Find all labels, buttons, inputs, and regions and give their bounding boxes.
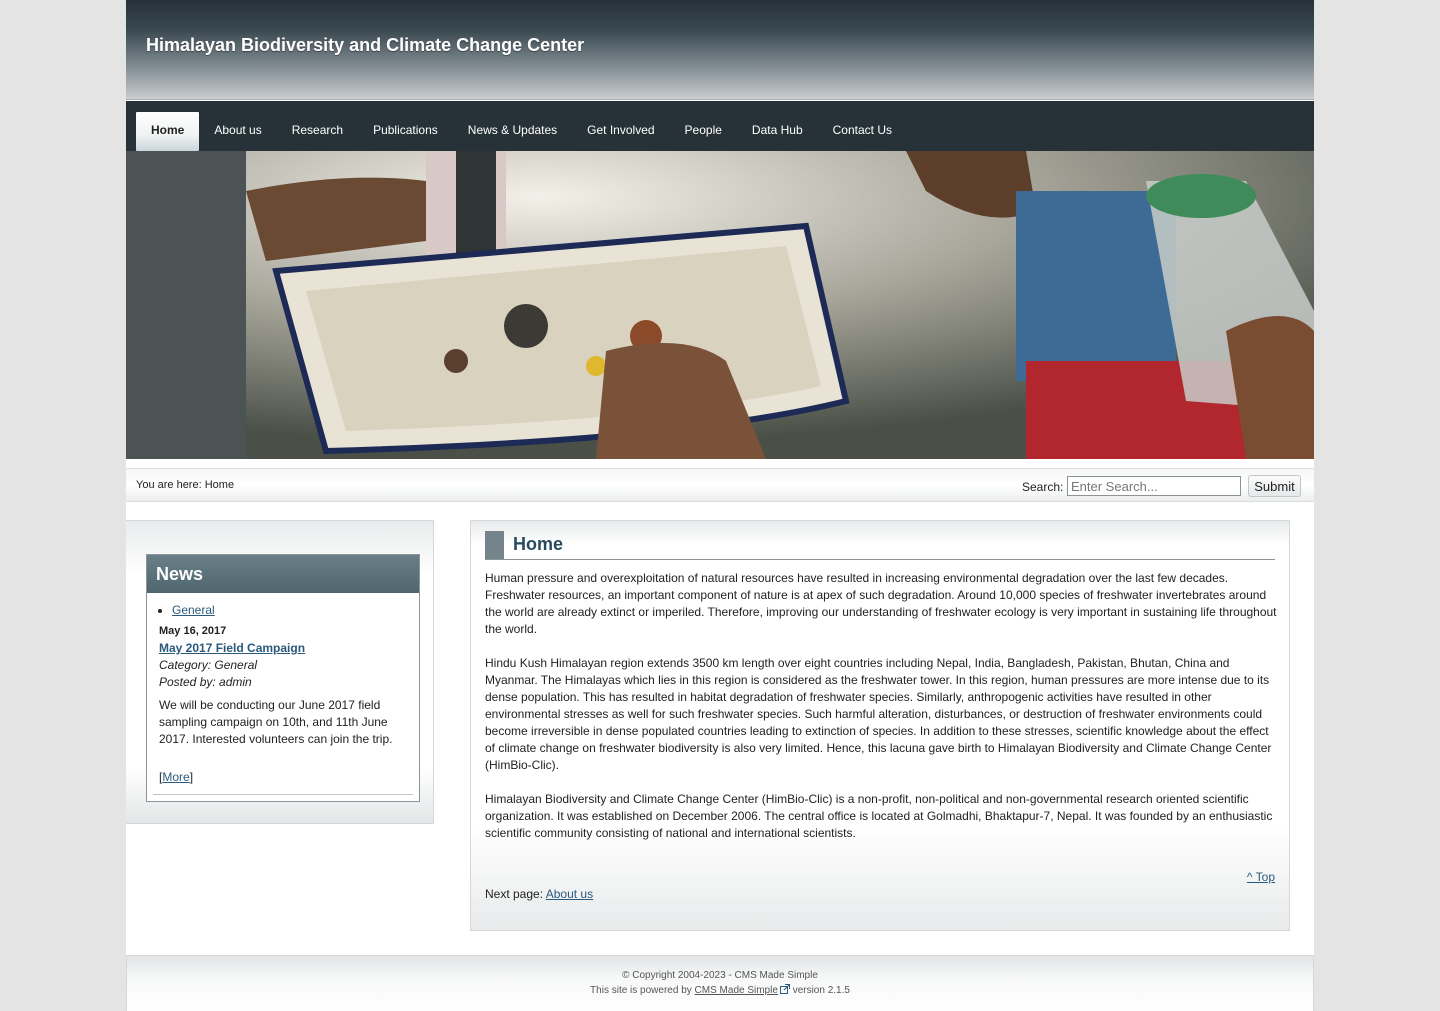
- news-summary: We will be conducting our June 2017 fiel…: [159, 698, 393, 746]
- search-label: Search:: [1022, 480, 1064, 494]
- content-paragraph: Himalayan Biodiversity and Climate Chang…: [485, 792, 1273, 840]
- next-page: Next page: About us: [485, 887, 593, 901]
- site-header: Himalayan Biodiversity and Climate Chang…: [126, 0, 1314, 100]
- news-date: May 16, 2017: [159, 625, 227, 637]
- nav-item-news-updates[interactable]: News & Updates: [453, 112, 572, 151]
- sidebar: News General May 16, 2017 May 2017 Field…: [126, 520, 434, 824]
- content-paragraph: Human pressure and overexploitation of n…: [485, 571, 1277, 636]
- nav-item-about-us[interactable]: About us: [199, 112, 276, 151]
- news-divider: [153, 794, 413, 795]
- next-page-link[interactable]: About us: [546, 887, 593, 901]
- banner-image: [126, 151, 1314, 459]
- content-paragraph: Hindu Kush Himalayan region extends 3500…: [485, 656, 1272, 772]
- nav-item-home[interactable]: Home: [136, 112, 200, 151]
- external-link-icon: [779, 984, 790, 994]
- page-wrapper: Himalayan Biodiversity and Climate Chang…: [126, 0, 1314, 1011]
- back-to-top-link[interactable]: ^ Top: [1247, 870, 1275, 884]
- title-marker: [485, 531, 504, 559]
- cms-link[interactable]: CMS Made Simple: [695, 985, 778, 996]
- news-panel: News General May 16, 2017 May 2017 Field…: [146, 554, 420, 802]
- nav-item-research[interactable]: Research: [277, 112, 358, 151]
- site-footer: © Copyright 2004-2023 - CMS Made Simple …: [126, 955, 1314, 1011]
- news-more: [More]: [159, 770, 407, 784]
- search-input[interactable]: [1067, 476, 1241, 496]
- nav-item-publications[interactable]: Publications: [358, 112, 453, 151]
- news-heading: News: [147, 555, 419, 593]
- footer-copyright: © Copyright 2004-2023 - CMS Made Simple: [622, 970, 818, 981]
- breadcrumb-search-bar: You are here: Home Search: Submit: [126, 468, 1314, 502]
- main-title-bar: Home: [485, 531, 1275, 560]
- news-posted-by: Posted by: admin: [159, 675, 252, 689]
- site-title[interactable]: Himalayan Biodiversity and Climate Chang…: [146, 35, 584, 56]
- field-sampling-photo-icon: [126, 151, 1314, 459]
- news-category: Category: General: [159, 658, 258, 672]
- news-more-close: ]: [189, 770, 194, 784]
- main-navigation: Home About us Research Publications News…: [126, 101, 1314, 151]
- footer-powered-by: This site is powered by CMS Made Simple …: [127, 984, 1313, 996]
- news-category-item: General: [172, 603, 407, 617]
- page-title: Home: [513, 534, 564, 554]
- main-text: Human pressure and overexploitation of n…: [485, 570, 1277, 859]
- nav-item-data-hub[interactable]: Data Hub: [737, 112, 818, 151]
- main-content: Home Human pressure and overexploitation…: [470, 520, 1290, 931]
- nav-item-contact-us[interactable]: Contact Us: [818, 112, 907, 151]
- powered-prefix: This site is powered by: [590, 985, 692, 996]
- next-page-label: Next page:: [485, 887, 544, 901]
- search-submit-button[interactable]: Submit: [1248, 475, 1301, 497]
- nav-item-get-involved[interactable]: Get Involved: [572, 112, 669, 151]
- breadcrumb-current: Home: [204, 479, 235, 491]
- breadcrumb-prefix: You are here:: [136, 479, 202, 491]
- news-more-link[interactable]: More: [162, 770, 189, 784]
- powered-suffix: version 2.1.5: [792, 985, 850, 996]
- breadcrumb: You are here: Home: [136, 479, 234, 491]
- news-article-link[interactable]: May 2017 Field Campaign: [159, 641, 407, 655]
- news-category-link[interactable]: General: [172, 603, 215, 617]
- news-body: General May 16, 2017 May 2017 Field Camp…: [147, 593, 419, 795]
- nav-item-people[interactable]: People: [670, 112, 737, 151]
